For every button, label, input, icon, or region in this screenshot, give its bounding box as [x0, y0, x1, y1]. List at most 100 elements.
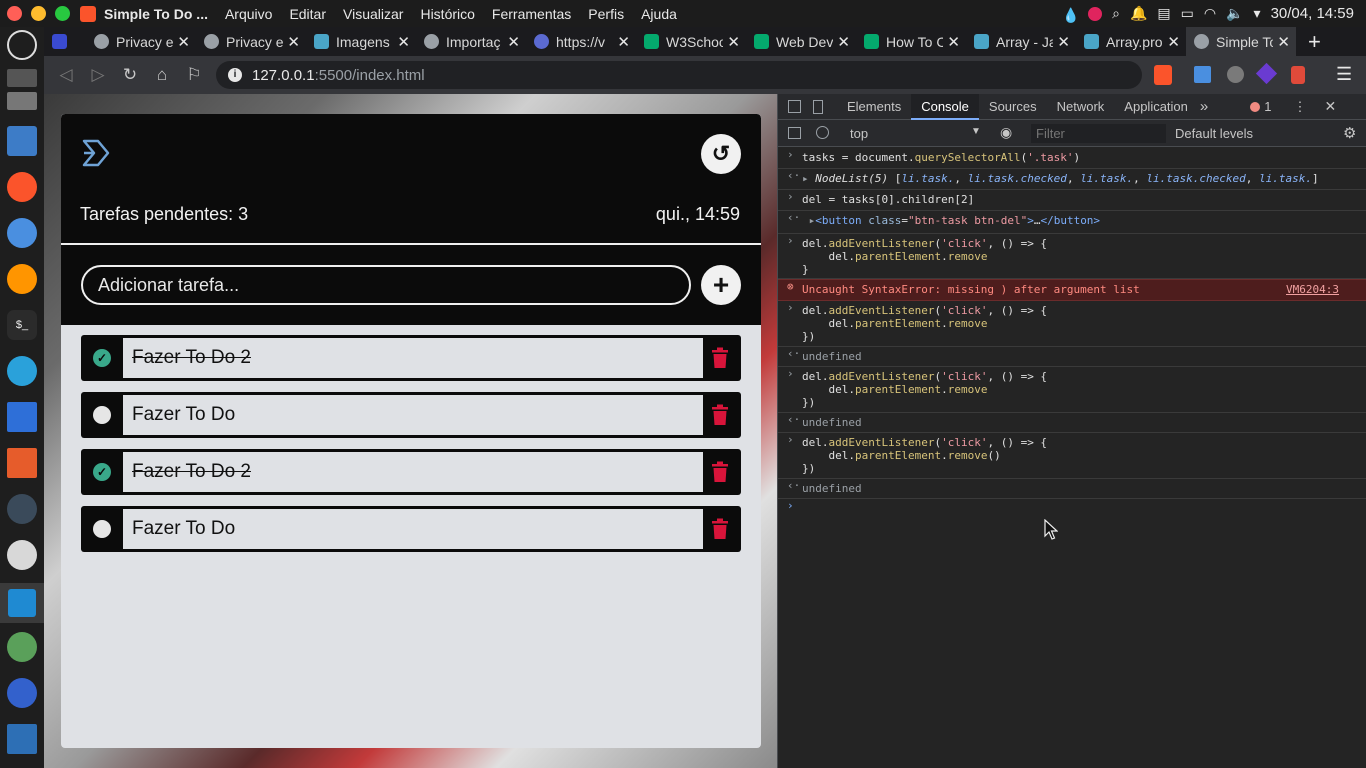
brave-shield-icon[interactable] [1154, 65, 1172, 85]
close-icon[interactable]: ✕ [397, 33, 410, 51]
eye-icon[interactable]: ◉ [1000, 124, 1012, 141]
tab-how-to[interactable]: How To C ✕ [856, 27, 966, 56]
menu-editar[interactable]: Editar [289, 6, 326, 22]
volume-icon[interactable]: 🔈 [1226, 5, 1243, 22]
check-icon[interactable]: ✓ [93, 349, 111, 367]
trash-icon[interactable] [711, 518, 729, 540]
simplenote-icon[interactable] [7, 678, 37, 708]
minimize-window-button[interactable] [31, 6, 46, 21]
close-icon[interactable]: ✕ [1167, 33, 1180, 51]
tab-network[interactable]: Network [1047, 94, 1115, 120]
search-icon[interactable]: ⌕ [1112, 5, 1120, 22]
bell-icon[interactable]: 🔔 [1130, 5, 1147, 22]
clipboard-icon[interactable]: ▤ [1157, 5, 1170, 22]
home-button[interactable]: ⌂ [148, 61, 176, 89]
extension-red-icon[interactable] [1291, 66, 1305, 84]
add-task-button[interactable]: + [701, 265, 741, 305]
droplet-icon[interactable]: 💧 [1062, 7, 1079, 23]
add-task-input[interactable] [81, 265, 691, 305]
brave-dock-icon[interactable] [7, 172, 37, 202]
kebab-menu-icon[interactable]: ⋮ [1293, 99, 1306, 115]
filter-input[interactable] [1031, 124, 1166, 143]
battery-icon[interactable]: ▭ [1181, 5, 1194, 22]
inspect-icon[interactable] [788, 100, 801, 113]
clock-text[interactable]: 30/04, 14:59 [1271, 5, 1354, 22]
bookmark-button[interactable]: ⚐ [180, 61, 208, 89]
tab-discord[interactable] [44, 27, 86, 56]
chevron-down-icon[interactable]: ▾ [1254, 5, 1261, 22]
error-source-link[interactable]: VM6204:3 [1286, 283, 1339, 296]
close-icon[interactable]: ✕ [837, 33, 850, 51]
chromium-icon[interactable] [7, 218, 37, 248]
new-tab-button[interactable]: + [1308, 29, 1321, 55]
tab-privacy-1[interactable]: Privacy e ✕ [86, 27, 196, 56]
extension-icon[interactable] [1227, 66, 1244, 83]
close-icon[interactable]: ✕ [727, 33, 740, 51]
maximize-window-button[interactable] [55, 6, 70, 21]
workspace-2-icon[interactable] [7, 92, 37, 110]
error-badge-icon[interactable] [1250, 101, 1261, 112]
reload-button[interactable]: ↻ [116, 61, 144, 89]
tab-console[interactable]: Console [911, 94, 979, 120]
wifi-icon[interactable]: ◠ [1204, 5, 1216, 22]
reset-button[interactable]: ↺ [701, 134, 741, 174]
writer-icon[interactable] [7, 402, 37, 432]
vscode-icon[interactable] [0, 583, 44, 623]
console-prompt[interactable]: › [778, 499, 1366, 519]
menu-arquivo[interactable]: Arquivo [225, 6, 272, 22]
launcher-icon[interactable] [7, 30, 37, 60]
menu-ferramentas[interactable]: Ferramentas [492, 6, 571, 22]
back-button[interactable]: ◁ [52, 61, 80, 89]
menu-perfis[interactable]: Perfis [588, 6, 624, 22]
tab-web-dev[interactable]: Web Dev ✕ [746, 27, 856, 56]
close-icon[interactable]: ✕ [1057, 33, 1070, 51]
tab-imagens[interactable]: Imagens ✕ [306, 27, 416, 56]
workspace-1-icon[interactable] [7, 69, 37, 87]
menu-icon[interactable]: ☰ [1336, 64, 1352, 85]
device-toolbar-icon[interactable] [813, 99, 823, 114]
tab-array-ja[interactable]: Array - Ja ✕ [966, 27, 1076, 56]
clear-console-icon[interactable] [816, 126, 829, 139]
tab-privacy-2[interactable]: Privacy e ✕ [196, 27, 306, 56]
trash-icon[interactable] [711, 347, 729, 369]
speaker-icon[interactable] [7, 540, 37, 570]
log-levels-select[interactable]: Default levels [1175, 126, 1253, 141]
terminal-icon[interactable]: $_ [7, 310, 37, 340]
circle-icon[interactable] [93, 520, 111, 538]
menu-visualizar[interactable]: Visualizar [343, 6, 403, 22]
trash-icon[interactable] [711, 404, 729, 426]
atom-icon[interactable] [7, 632, 37, 662]
tab-sources[interactable]: Sources [979, 94, 1047, 120]
forward-button[interactable]: ▷ [84, 61, 112, 89]
tab-elements[interactable]: Elements [837, 94, 911, 120]
files-icon[interactable] [7, 126, 37, 156]
impress-icon[interactable] [7, 448, 37, 478]
tab-array-pro[interactable]: Array.pro ✕ [1076, 27, 1186, 56]
tab-importacao[interactable]: Importaç ✕ [416, 27, 526, 56]
circle-icon[interactable] [93, 406, 111, 424]
tab-application[interactable]: Application [1114, 94, 1198, 120]
close-icon[interactable]: ✕ [947, 33, 960, 51]
sidebar-toggle-icon[interactable] [788, 127, 801, 139]
context-select[interactable]: top [850, 126, 868, 141]
task-text[interactable]: Fazer To Do 2 [123, 452, 703, 492]
menu-historico[interactable]: Histórico [420, 6, 474, 22]
tab-w3schools[interactable]: W3Schoo ✕ [636, 27, 746, 56]
address-bar[interactable]: i 127.0.0.1:5500/index.html [216, 61, 1142, 89]
extension-purple-icon[interactable] [1255, 62, 1278, 85]
firefox-icon[interactable] [7, 264, 37, 294]
close-icon[interactable]: ✕ [287, 33, 300, 51]
close-window-button[interactable] [7, 6, 22, 21]
menu-ajuda[interactable]: Ajuda [641, 6, 677, 22]
gear-icon[interactable]: ⚙ [1343, 124, 1356, 142]
tab-https[interactable]: https://v ✕ [526, 27, 636, 56]
error-count[interactable]: 1 [1264, 99, 1271, 114]
chevron-down-icon[interactable]: ▼ [971, 126, 981, 137]
telegram-icon[interactable] [7, 356, 37, 386]
inkscape-icon[interactable] [7, 494, 37, 524]
monitor-icon[interactable] [7, 724, 37, 754]
task-text[interactable]: Fazer To Do 2 [123, 338, 703, 378]
task-text[interactable]: Fazer To Do [123, 395, 703, 435]
close-devtools-icon[interactable]: ✕ [1324, 98, 1336, 115]
trash-icon[interactable] [711, 461, 729, 483]
